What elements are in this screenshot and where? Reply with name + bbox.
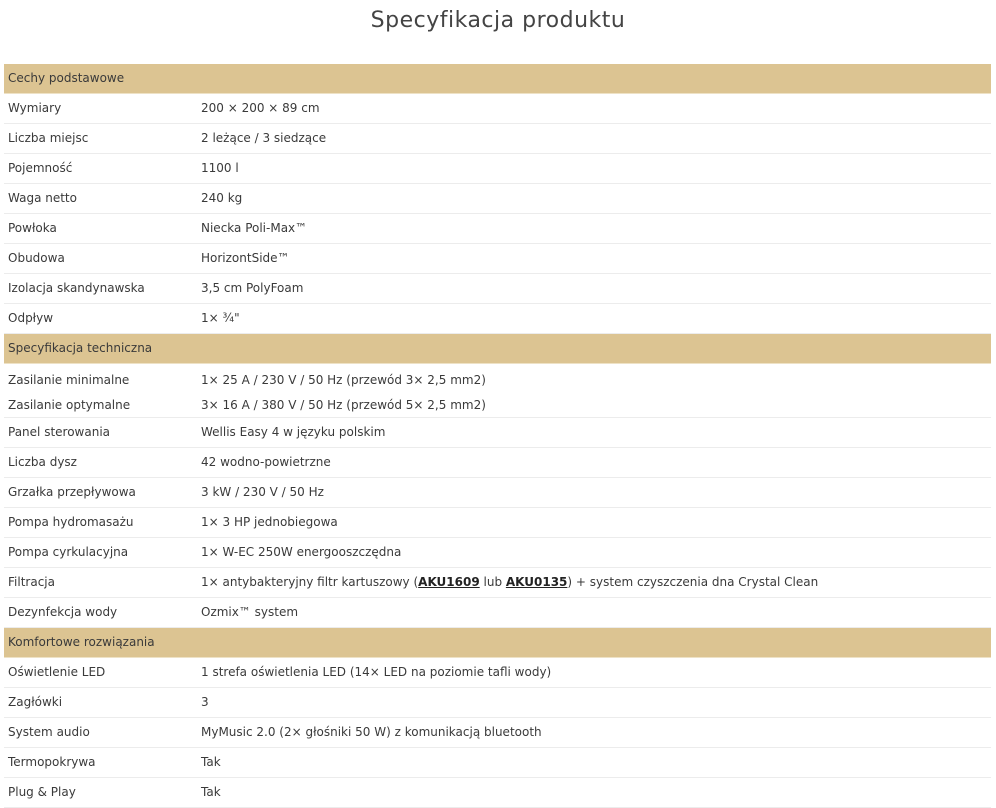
row-label: Termopokrywa bbox=[8, 755, 96, 769]
page-title: Specyfikacja produktu bbox=[370, 8, 626, 33]
row-label: Zasilanie minimalne Zasilanie optymalne bbox=[4, 368, 201, 417]
link-aku1609[interactable]: AKU1609 bbox=[418, 575, 480, 589]
row-label: Waga netto bbox=[8, 191, 77, 205]
power-opt-label: Zasilanie optymalne bbox=[8, 398, 131, 412]
row-value: 3 kW / 230 V / 50 Hz bbox=[201, 485, 324, 499]
table-row-power: Zasilanie minimalne Zasilanie optymalne … bbox=[4, 364, 991, 418]
table-row: Plug & Play Tak bbox=[4, 778, 991, 808]
filtration-middle: lub bbox=[479, 575, 506, 589]
filtration-suffix: ) + system czyszczenia dna Crystal Clean bbox=[567, 575, 819, 589]
row-label: Oświetlenie LED bbox=[8, 665, 106, 679]
power-min-label: Zasilanie minimalne bbox=[8, 373, 130, 387]
row-value: 3,5 cm PolyFoam bbox=[201, 281, 304, 295]
row-value: 1100 l bbox=[201, 161, 239, 175]
section-header-basic: Cechy podstawowe bbox=[4, 64, 991, 94]
spec-table: Cechy podstawowe Wymiary 200 × 200 × 89 … bbox=[4, 64, 991, 808]
row-value: 2 leżące / 3 siedzące bbox=[201, 131, 327, 145]
table-row: Wymiary 200 × 200 × 89 cm bbox=[4, 94, 991, 124]
row-label: Izolacja skandynawska bbox=[8, 281, 145, 295]
row-value: Niecka Poli-Max™ bbox=[201, 221, 308, 235]
row-value: 1 strefa oświetlenia LED (14× LED na poz… bbox=[201, 665, 552, 679]
row-value: 1× 3 HP jednobiegowa bbox=[201, 515, 338, 529]
row-label: Liczba miejsc bbox=[8, 131, 89, 145]
section-header-technical: Specyfikacja techniczna bbox=[4, 334, 991, 364]
table-row: Izolacja skandynawska 3,5 cm PolyFoam bbox=[4, 274, 991, 304]
row-label: System audio bbox=[8, 725, 90, 739]
row-label: Dezynfekcja wody bbox=[8, 605, 118, 619]
row-value: Tak bbox=[201, 785, 221, 799]
row-value: Tak bbox=[201, 755, 221, 769]
table-row-filtration: Filtracja 1× antybakteryjny filtr kartus… bbox=[4, 568, 991, 598]
row-label: Liczba dysz bbox=[8, 455, 77, 469]
row-value: 1× 25 A / 230 V / 50 Hz (przewód 3× 2,5 … bbox=[201, 368, 991, 417]
section-header-comfort: Komfortowe rozwiązania bbox=[4, 628, 991, 658]
table-row: Liczba dysz 42 wodno-powietrzne bbox=[4, 448, 991, 478]
table-row: Oświetlenie LED 1 strefa oświetlenia LED… bbox=[4, 658, 991, 688]
row-label: Panel sterowania bbox=[8, 425, 110, 439]
row-label: Wymiary bbox=[8, 101, 62, 115]
row-label: Odpływ bbox=[8, 311, 54, 325]
row-value: 1× ¾" bbox=[201, 311, 240, 325]
row-label: Zagłówki bbox=[8, 695, 63, 709]
row-label: Pojemność bbox=[8, 161, 73, 175]
filtration-prefix: 1× antybakteryjny filtr kartuszowy ( bbox=[201, 575, 419, 589]
link-aku0135[interactable]: AKU0135 bbox=[506, 575, 568, 589]
row-label: Powłoka bbox=[8, 221, 57, 235]
row-label: Plug & Play bbox=[8, 785, 76, 799]
table-row: Pojemność 1100 l bbox=[4, 154, 991, 184]
table-row: Liczba miejsc 2 leżące / 3 siedzące bbox=[4, 124, 991, 154]
table-row: Odpływ 1× ¾" bbox=[4, 304, 991, 334]
table-row: Waga netto 240 kg bbox=[4, 184, 991, 214]
row-value: 42 wodno-powietrzne bbox=[201, 455, 331, 469]
table-row: Pompa hydromasażu 1× 3 HP jednobiegowa bbox=[4, 508, 991, 538]
row-value: Wellis Easy 4 w języku polskim bbox=[201, 425, 386, 439]
table-row: Dezynfekcja wody Ozmix™ system bbox=[4, 598, 991, 628]
row-value: 1× W-EC 250W energooszczędna bbox=[201, 545, 402, 559]
row-value: 240 kg bbox=[201, 191, 243, 205]
row-label: Pompa hydromasażu bbox=[8, 515, 134, 529]
table-row: System audio MyMusic 2.0 (2× głośniki 50… bbox=[4, 718, 991, 748]
row-value: 200 × 200 × 89 cm bbox=[201, 101, 320, 115]
table-row: Grzałka przepływowa 3 kW / 230 V / 50 Hz bbox=[4, 478, 991, 508]
row-value: HorizontSide™ bbox=[201, 251, 290, 265]
row-value: 1× antybakteryjny filtr kartuszowy (AKU1… bbox=[201, 568, 991, 597]
row-value: Ozmix™ system bbox=[201, 605, 299, 619]
row-value: 3 bbox=[201, 695, 209, 709]
row-label: Pompa cyrkulacyjna bbox=[8, 545, 129, 559]
table-row: Obudowa HorizontSide™ bbox=[4, 244, 991, 274]
power-min-value: 1× 25 A / 230 V / 50 Hz (przewód 3× 2,5 … bbox=[201, 373, 486, 387]
row-label: Filtracja bbox=[8, 575, 55, 589]
table-row: Powłoka Niecka Poli-Max™ bbox=[4, 214, 991, 244]
table-row: Termopokrywa Tak bbox=[4, 748, 991, 778]
table-row: Zagłówki 3 bbox=[4, 688, 991, 718]
table-row: Pompa cyrkulacyjna 1× W-EC 250W energoos… bbox=[4, 538, 991, 568]
row-label: Obudowa bbox=[8, 251, 65, 265]
row-value: MyMusic 2.0 (2× głośniki 50 W) z komunik… bbox=[201, 725, 542, 739]
product-spec-page: Specyfikacja produktu Cechy podstawowe W… bbox=[0, 0, 996, 808]
table-row: Panel sterowania Wellis Easy 4 w języku … bbox=[4, 418, 991, 448]
power-opt-value: 3× 16 A / 380 V / 50 Hz (przewód 5× 2,5 … bbox=[201, 398, 486, 412]
row-label: Grzałka przepływowa bbox=[8, 485, 136, 499]
